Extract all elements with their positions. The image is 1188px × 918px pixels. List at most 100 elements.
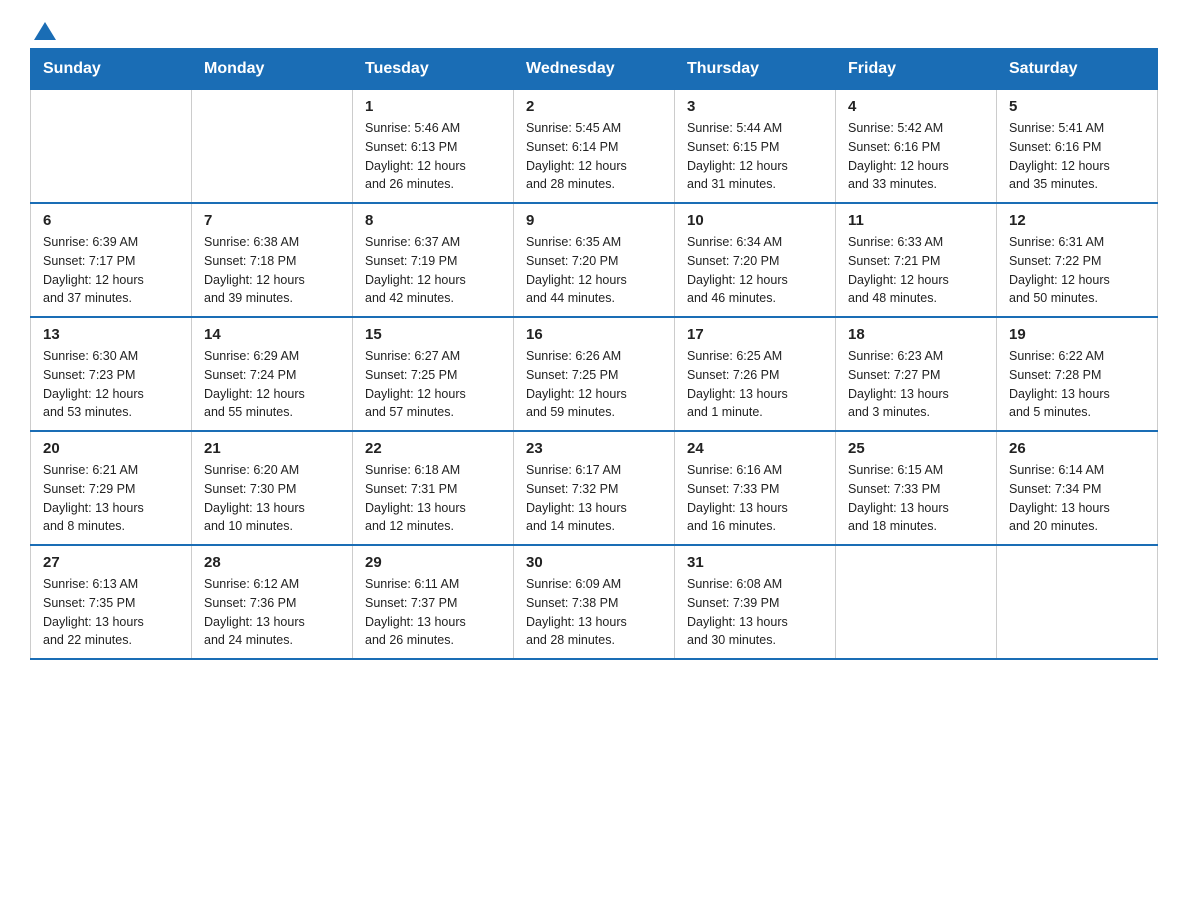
day-info: Sunrise: 6:31 AM Sunset: 7:22 PM Dayligh… [1009, 233, 1145, 308]
day-info: Sunrise: 6:11 AM Sunset: 7:37 PM Dayligh… [365, 575, 501, 650]
day-info: Sunrise: 6:12 AM Sunset: 7:36 PM Dayligh… [204, 575, 340, 650]
day-number: 25 [848, 440, 984, 457]
day-number: 7 [204, 212, 340, 229]
calendar-cell: 12 Sunrise: 6:31 AM Sunset: 7:22 PM Dayli… [997, 203, 1158, 317]
calendar-cell: 4 Sunrise: 5:42 AM Sunset: 6:16 PM Daylig… [836, 89, 997, 203]
day-number: 5 [1009, 98, 1145, 115]
day-info: Sunrise: 6:33 AM Sunset: 7:21 PM Dayligh… [848, 233, 984, 308]
day-number: 15 [365, 326, 501, 343]
day-info: Sunrise: 6:23 AM Sunset: 7:27 PM Dayligh… [848, 347, 984, 422]
day-number: 30 [526, 554, 662, 571]
calendar-cell: 2Sunrise: 5:45 AM Sunset: 6:14 PM Daylig… [514, 89, 675, 203]
calendar-cell: 19 Sunrise: 6:22 AM Sunset: 7:28 PM Dayli… [997, 317, 1158, 431]
day-number: 4 [848, 98, 984, 115]
calendar-cell: 22Sunrise: 6:18 AM Sunset: 7:31 PM Dayli… [353, 431, 514, 545]
day-number: 19 [1009, 326, 1145, 343]
day-number: 31 [687, 554, 823, 571]
day-number: 8 [365, 212, 501, 229]
day-number: 11 [848, 212, 984, 229]
logo-triangle-icon [34, 20, 56, 42]
day-info: Sunrise: 5:44 AM Sunset: 6:15 PM Dayligh… [687, 119, 823, 194]
calendar-cell: 30Sunrise: 6:09 AM Sunset: 7:38 PM Dayli… [514, 545, 675, 659]
calendar-cell: 29 Sunrise: 6:11 AM Sunset: 7:37 PM Dayli… [353, 545, 514, 659]
day-number: 21 [204, 440, 340, 457]
calendar-cell: 1 Sunrise: 5:46 AM Sunset: 6:13 PM Daylig… [353, 89, 514, 203]
calendar-cell: 28 Sunrise: 6:12 AM Sunset: 7:36 PM Dayli… [192, 545, 353, 659]
day-info: Sunrise: 6:13 AM Sunset: 7:35 PM Dayligh… [43, 575, 179, 650]
day-info: Sunrise: 6:37 AM Sunset: 7:19 PM Dayligh… [365, 233, 501, 308]
calendar-cell: 5Sunrise: 5:41 AM Sunset: 6:16 PM Daylig… [997, 89, 1158, 203]
day-number: 14 [204, 326, 340, 343]
day-number: 18 [848, 326, 984, 343]
calendar-cell: 14 Sunrise: 6:29 AM Sunset: 7:24 PM Dayli… [192, 317, 353, 431]
calendar-cell: 25 Sunrise: 6:15 AM Sunset: 7:33 PM Dayli… [836, 431, 997, 545]
col-thursday: Thursday [675, 49, 836, 89]
col-saturday: Saturday [997, 49, 1158, 89]
col-monday: Monday [192, 49, 353, 89]
day-info: Sunrise: 6:22 AM Sunset: 7:28 PM Dayligh… [1009, 347, 1145, 422]
calendar-cell: 20Sunrise: 6:21 AM Sunset: 7:29 PM Dayli… [31, 431, 192, 545]
calendar-header-row: Sunday Monday Tuesday Wednesday Thursday… [31, 49, 1158, 89]
day-number: 27 [43, 554, 179, 571]
col-friday: Friday [836, 49, 997, 89]
week-row-5: 27 Sunrise: 6:13 AM Sunset: 7:35 PM Dayli… [31, 545, 1158, 659]
day-info: Sunrise: 6:26 AM Sunset: 7:25 PM Dayligh… [526, 347, 662, 422]
calendar-cell: 18 Sunrise: 6:23 AM Sunset: 7:27 PM Dayli… [836, 317, 997, 431]
day-number: 9 [526, 212, 662, 229]
day-info: Sunrise: 6:08 AM Sunset: 7:39 PM Dayligh… [687, 575, 823, 650]
page-header [30, 20, 1158, 40]
day-info: Sunrise: 6:30 AM Sunset: 7:23 PM Dayligh… [43, 347, 179, 422]
day-info: Sunrise: 6:20 AM Sunset: 7:30 PM Dayligh… [204, 461, 340, 536]
col-tuesday: Tuesday [353, 49, 514, 89]
day-number: 29 [365, 554, 501, 571]
day-number: 1 [365, 98, 501, 115]
week-row-4: 20Sunrise: 6:21 AM Sunset: 7:29 PM Dayli… [31, 431, 1158, 545]
day-number: 3 [687, 98, 823, 115]
calendar-cell: 11 Sunrise: 6:33 AM Sunset: 7:21 PM Dayli… [836, 203, 997, 317]
day-number: 20 [43, 440, 179, 457]
day-info: Sunrise: 6:34 AM Sunset: 7:20 PM Dayligh… [687, 233, 823, 308]
day-number: 23 [526, 440, 662, 457]
week-row-2: 6 Sunrise: 6:39 AM Sunset: 7:17 PM Daylig… [31, 203, 1158, 317]
calendar-cell: 31 Sunrise: 6:08 AM Sunset: 7:39 PM Dayli… [675, 545, 836, 659]
week-row-1: 1 Sunrise: 5:46 AM Sunset: 6:13 PM Daylig… [31, 89, 1158, 203]
day-info: Sunrise: 5:42 AM Sunset: 6:16 PM Dayligh… [848, 119, 984, 194]
logo [30, 20, 56, 40]
day-info: Sunrise: 6:38 AM Sunset: 7:18 PM Dayligh… [204, 233, 340, 308]
day-info: Sunrise: 6:29 AM Sunset: 7:24 PM Dayligh… [204, 347, 340, 422]
calendar-cell: 26Sunrise: 6:14 AM Sunset: 7:34 PM Dayli… [997, 431, 1158, 545]
calendar-cell: 23Sunrise: 6:17 AM Sunset: 7:32 PM Dayli… [514, 431, 675, 545]
day-number: 6 [43, 212, 179, 229]
calendar-cell: 8 Sunrise: 6:37 AM Sunset: 7:19 PM Daylig… [353, 203, 514, 317]
day-info: Sunrise: 6:14 AM Sunset: 7:34 PM Dayligh… [1009, 461, 1145, 536]
calendar-cell: 16 Sunrise: 6:26 AM Sunset: 7:25 PM Dayli… [514, 317, 675, 431]
calendar-cell: 10Sunrise: 6:34 AM Sunset: 7:20 PM Dayli… [675, 203, 836, 317]
calendar-cell: 15 Sunrise: 6:27 AM Sunset: 7:25 PM Dayli… [353, 317, 514, 431]
calendar-cell: 21 Sunrise: 6:20 AM Sunset: 7:30 PM Dayli… [192, 431, 353, 545]
day-info: Sunrise: 6:39 AM Sunset: 7:17 PM Dayligh… [43, 233, 179, 308]
calendar-cell: 6 Sunrise: 6:39 AM Sunset: 7:17 PM Daylig… [31, 203, 192, 317]
day-number: 28 [204, 554, 340, 571]
day-info: Sunrise: 6:18 AM Sunset: 7:31 PM Dayligh… [365, 461, 501, 536]
calendar-cell: 13 Sunrise: 6:30 AM Sunset: 7:23 PM Dayli… [31, 317, 192, 431]
col-wednesday: Wednesday [514, 49, 675, 89]
calendar-cell: 3 Sunrise: 5:44 AM Sunset: 6:15 PM Daylig… [675, 89, 836, 203]
week-row-3: 13 Sunrise: 6:30 AM Sunset: 7:23 PM Dayli… [31, 317, 1158, 431]
calendar-cell: 24 Sunrise: 6:16 AM Sunset: 7:33 PM Dayli… [675, 431, 836, 545]
day-number: 12 [1009, 212, 1145, 229]
col-sunday: Sunday [31, 49, 192, 89]
day-info: Sunrise: 6:35 AM Sunset: 7:20 PM Dayligh… [526, 233, 662, 308]
day-info: Sunrise: 5:46 AM Sunset: 6:13 PM Dayligh… [365, 119, 501, 194]
day-info: Sunrise: 6:27 AM Sunset: 7:25 PM Dayligh… [365, 347, 501, 422]
calendar-cell: 27 Sunrise: 6:13 AM Sunset: 7:35 PM Dayli… [31, 545, 192, 659]
day-number: 24 [687, 440, 823, 457]
day-info: Sunrise: 6:15 AM Sunset: 7:33 PM Dayligh… [848, 461, 984, 536]
day-info: Sunrise: 6:16 AM Sunset: 7:33 PM Dayligh… [687, 461, 823, 536]
day-number: 13 [43, 326, 179, 343]
day-number: 2 [526, 98, 662, 115]
calendar-cell [31, 89, 192, 203]
calendar-cell: 7 Sunrise: 6:38 AM Sunset: 7:18 PM Daylig… [192, 203, 353, 317]
calendar-cell: 17Sunrise: 6:25 AM Sunset: 7:26 PM Dayli… [675, 317, 836, 431]
day-number: 16 [526, 326, 662, 343]
calendar-cell [836, 545, 997, 659]
